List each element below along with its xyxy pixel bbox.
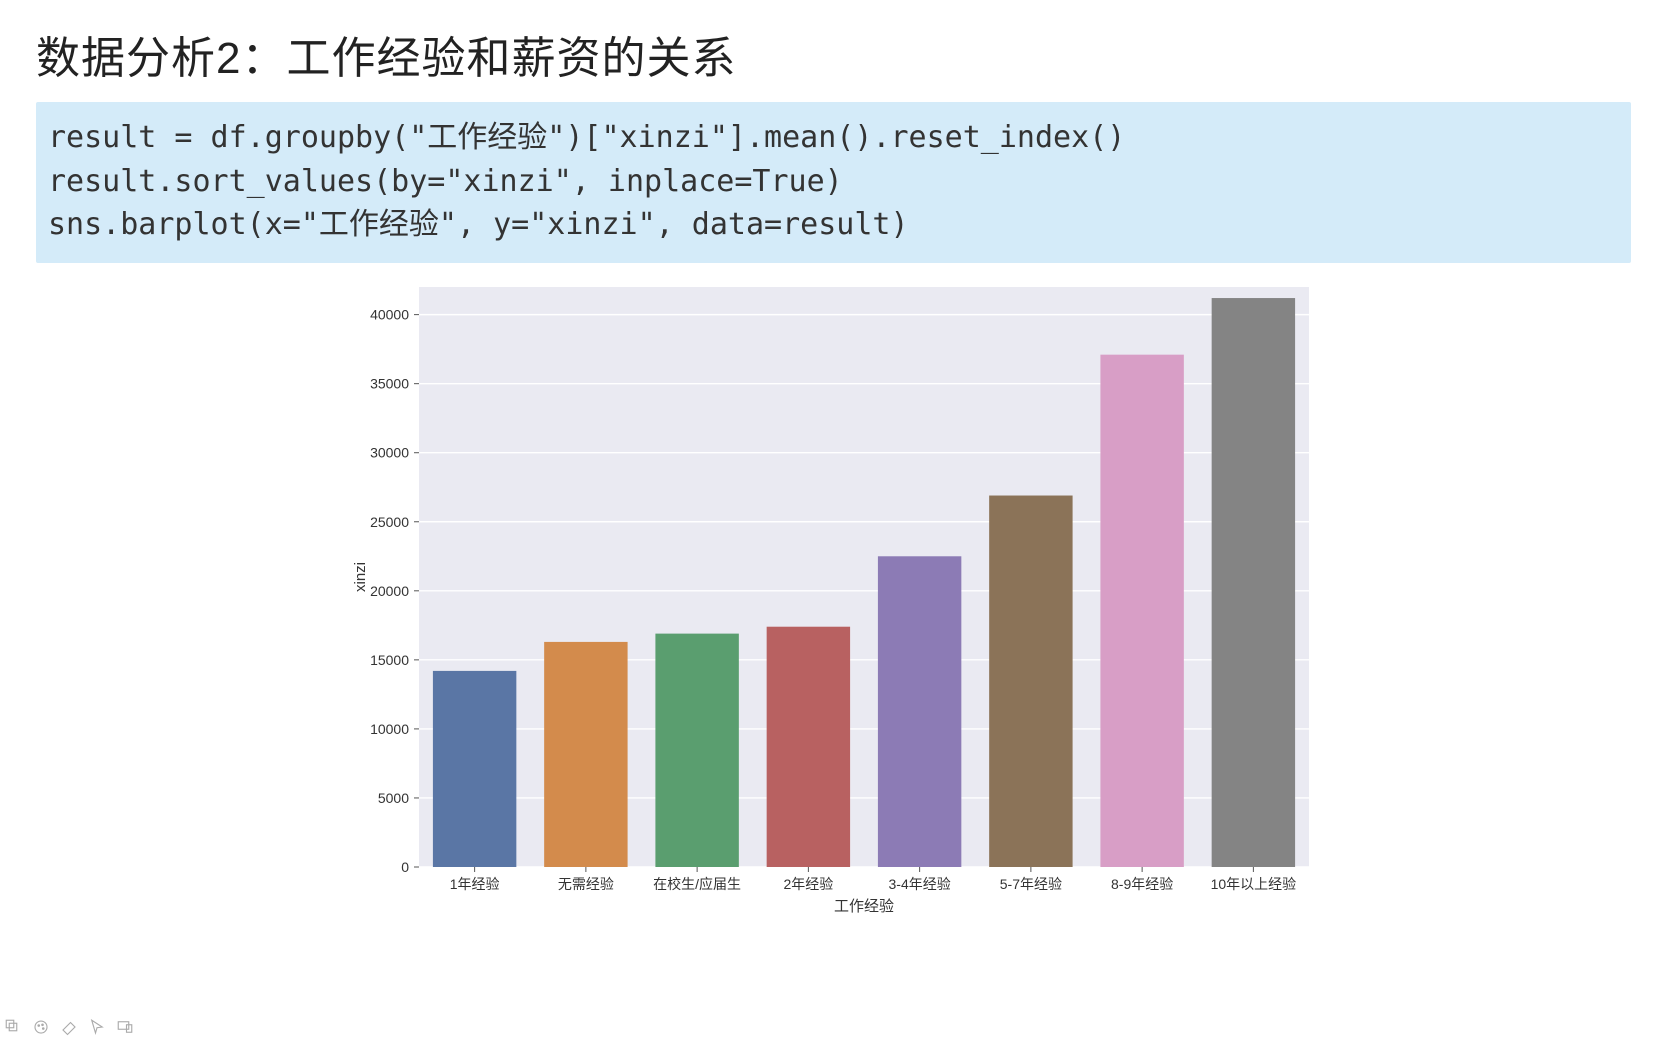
- y-axis-label: xinzi: [352, 561, 369, 591]
- x-tick-label: 3-4年经验: [888, 876, 950, 892]
- y-tick-label: 25000: [370, 513, 409, 529]
- y-tick-labels: 0 5000 10000 15000 20000 25000 30000 35000 40000: [370, 306, 419, 874]
- page-title: 数据分析2：工作经验和薪资的关系: [36, 22, 1631, 86]
- x-tick-label: 1年经验: [449, 876, 499, 892]
- bar: [1211, 298, 1294, 867]
- y-tick-label: 30000: [370, 444, 409, 460]
- bar-chart: 0 5000 10000 15000 20000 25000 30000 35000 40000…: [339, 277, 1329, 917]
- bar: [432, 670, 515, 866]
- x-tick-label: 在校生/应届生: [653, 876, 741, 892]
- y-tick-label: 20000: [370, 582, 409, 598]
- bar: [544, 641, 627, 866]
- x-axis-label: 工作经验: [833, 898, 893, 915]
- bar: [877, 556, 960, 867]
- y-tick-label: 35000: [370, 375, 409, 391]
- chart-wrap: 0 5000 10000 15000 20000 25000 30000 35000 40000…: [36, 277, 1631, 917]
- x-tick-label: 2年经验: [783, 876, 833, 892]
- layers-icon[interactable]: [4, 1018, 22, 1036]
- x-tick-label: 5-7年经验: [999, 876, 1061, 892]
- cursor-icon[interactable]: [88, 1018, 106, 1036]
- x-tick-label: 8-9年经验: [1111, 876, 1173, 892]
- x-tick-label: 无需经验: [557, 876, 613, 892]
- x-tick-labels: 1年经验 无需经验 在校生/应届生 2年经验 3-4年经验 5-7年经验 8-9年经验 10年…: [449, 867, 1295, 892]
- devices-icon[interactable]: [116, 1018, 134, 1036]
- bar: [989, 495, 1072, 866]
- footer-toolbar: [4, 1018, 134, 1036]
- y-tick-label: 10000: [370, 720, 409, 736]
- bar: [766, 626, 849, 866]
- palette-icon[interactable]: [32, 1018, 50, 1036]
- bar: [1100, 354, 1183, 866]
- y-tick-label: 5000: [377, 789, 408, 805]
- code-block: result = df.groupby("工作经验")["xinzi"].mea…: [36, 102, 1631, 263]
- y-tick-label: 40000: [370, 306, 409, 322]
- eraser-icon[interactable]: [60, 1018, 78, 1036]
- bar: [655, 633, 738, 866]
- x-tick-label: 10年以上经验: [1210, 876, 1296, 892]
- y-tick-label: 0: [401, 859, 409, 875]
- y-tick-label: 15000: [370, 651, 409, 667]
